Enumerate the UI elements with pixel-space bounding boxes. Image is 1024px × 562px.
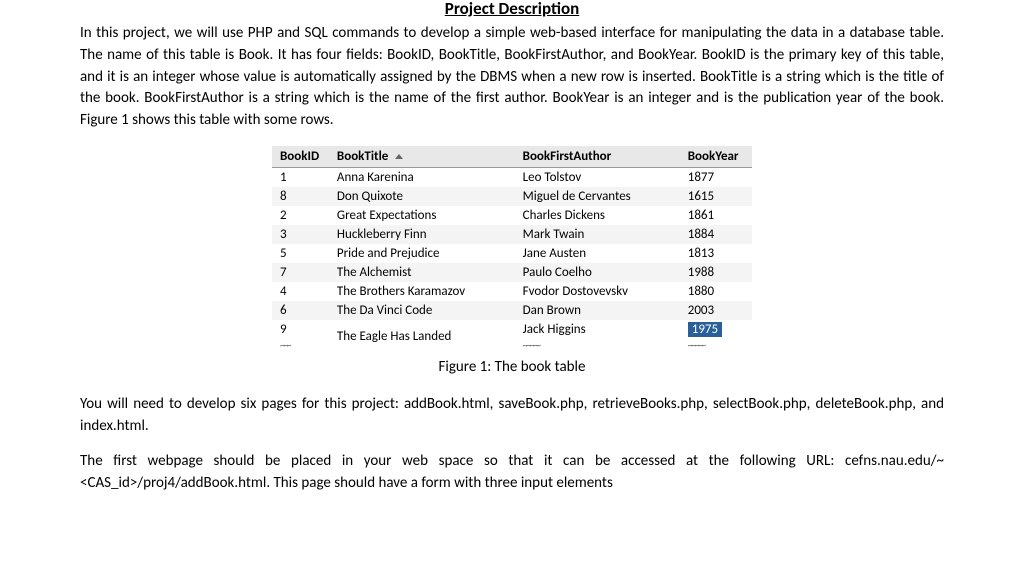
cell-id: 3: [272, 225, 329, 244]
cell-id: 6: [272, 301, 329, 320]
cell-id: 1: [272, 167, 329, 187]
cell-title: Huckleberry Finn: [329, 225, 515, 244]
sort-asc-icon[interactable]: [395, 154, 403, 159]
spellcheck-marker-icon: ~~~~~: [688, 340, 705, 351]
cell-id: 5: [272, 244, 329, 263]
cell-year: 1813: [680, 244, 752, 263]
cell-author: Dan Brown: [515, 301, 680, 320]
header-bookauthor[interactable]: BookFirstAuthor: [515, 146, 680, 168]
cell-author: Jack Higgins~~~~~: [515, 320, 680, 354]
cell-author: Mark Twain: [515, 225, 680, 244]
cell-id: 8: [272, 187, 329, 206]
header-booktitle[interactable]: BookTitle: [329, 146, 515, 168]
book-table: BookID BookTitle BookFirstAuthor BookYea…: [272, 146, 752, 354]
cell-year: 1884: [680, 225, 752, 244]
cell-title: The Da Vinci Code: [329, 301, 515, 320]
table-header-row: BookID BookTitle BookFirstAuthor BookYea…: [272, 146, 752, 168]
header-bookid[interactable]: BookID: [272, 146, 329, 168]
cell-title: Pride and Prejudice: [329, 244, 515, 263]
section-title: Project Description: [80, 0, 944, 19]
table-row[interactable]: 1 Anna Karenina Leo Tolstov 1877: [272, 167, 752, 187]
cell-year: 1975 ~~~~~: [680, 320, 752, 354]
table-row[interactable]: 6 The Da Vinci Code Dan Brown 2003: [272, 301, 752, 320]
header-booktitle-label: BookTitle: [337, 149, 388, 164]
cell-author: Jane Austen: [515, 244, 680, 263]
table-row[interactable]: 5 Pride and Prejudice Jane Austen 1813: [272, 244, 752, 263]
table-row[interactable]: 3 Huckleberry Finn Mark Twain 1884: [272, 225, 752, 244]
cell-author: Fvodor Dostovevskv: [515, 282, 680, 301]
cell-year: 1877: [680, 167, 752, 187]
cell-title: The Eagle Has Landed: [329, 320, 515, 354]
cell-title: The Alchemist: [329, 263, 515, 282]
header-bookyear[interactable]: BookYear: [680, 146, 752, 168]
cell-year: 2003: [680, 301, 752, 320]
cell-id: 2: [272, 206, 329, 225]
cell-author: Charles Dickens: [515, 206, 680, 225]
cell-author: Paulo Coelho: [515, 263, 680, 282]
paragraph-intro: In this project, we will use PHP and SQL…: [80, 23, 944, 132]
book-table-container: BookID BookTitle BookFirstAuthor BookYea…: [80, 146, 944, 354]
cell-title: Don Quixote: [329, 187, 515, 206]
spellcheck-marker-icon: ~~~~~: [523, 340, 540, 351]
cell-year: 1861: [680, 206, 752, 225]
cell-title: Anna Karenina: [329, 167, 515, 187]
cell-title: Great Expectations: [329, 206, 515, 225]
paragraph-pages: You will need to develop six pages for t…: [80, 394, 944, 438]
cell-author: Leo Tolstov: [515, 167, 680, 187]
table-row[interactable]: 8 Don Quixote Miguel de Cervantes 1615: [272, 187, 752, 206]
cell-id: 4: [272, 282, 329, 301]
figure-caption: Figure 1: The book table: [80, 358, 944, 376]
table-row[interactable]: 4 The Brothers Karamazov Fvodor Dostovev…: [272, 282, 752, 301]
cell-title: The Brothers Karamazov: [329, 282, 515, 301]
cell-year: 1880: [680, 282, 752, 301]
cell-year: 1615: [680, 187, 752, 206]
cell-id: 9~~~: [272, 320, 329, 354]
cell-year: 1988: [680, 263, 752, 282]
table-row[interactable]: 9~~~ The Eagle Has Landed Jack Higgins~~…: [272, 320, 752, 354]
table-row[interactable]: 7 The Alchemist Paulo Coelho 1988: [272, 263, 752, 282]
table-row[interactable]: 2 Great Expectations Charles Dickens 186…: [272, 206, 752, 225]
cell-id: 7: [272, 263, 329, 282]
paragraph-url: The first webpage should be placed in yo…: [80, 451, 944, 495]
cell-author: Miguel de Cervantes: [515, 187, 680, 206]
selected-year-cell[interactable]: 1975: [688, 322, 722, 337]
spellcheck-marker-icon: ~~~: [280, 340, 290, 351]
